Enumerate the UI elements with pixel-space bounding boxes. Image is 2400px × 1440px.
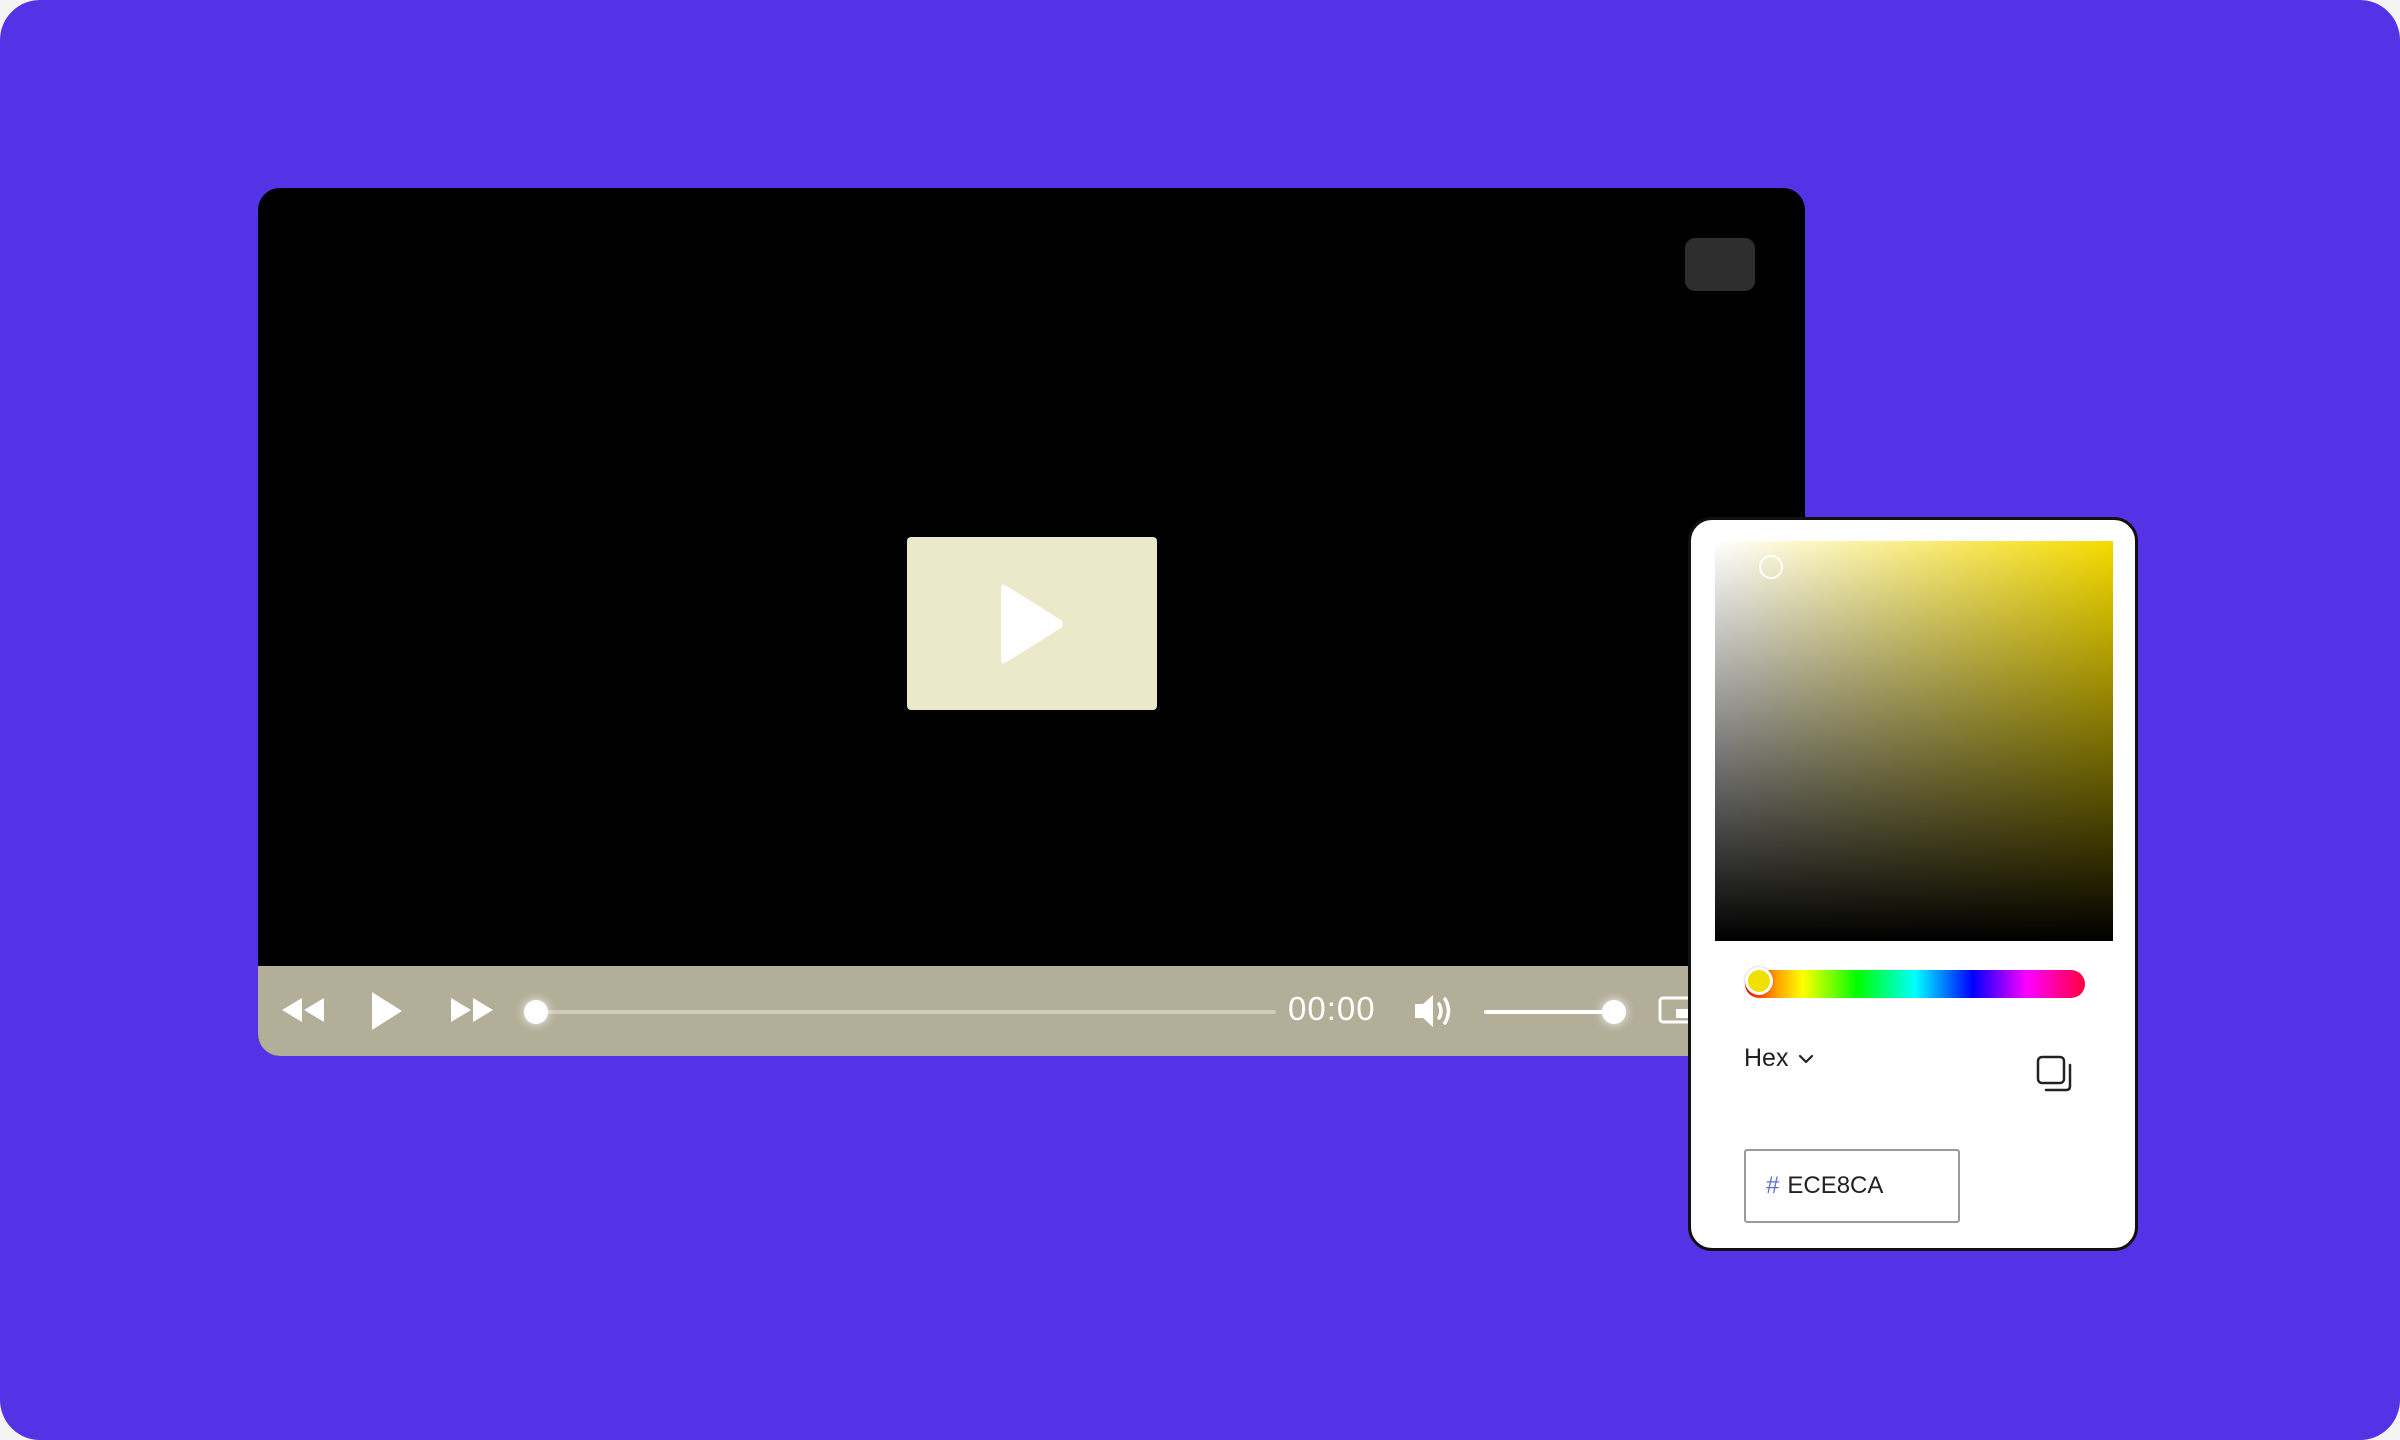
video-player[interactable]: 00:00	[258, 188, 1805, 1056]
hex-value: ECE8CA	[1787, 1172, 1884, 1199]
time-display: 00:00	[1288, 990, 1376, 1027]
play-icon[interactable]	[368, 990, 404, 1032]
fast-forward-icon[interactable]	[449, 994, 495, 1026]
saturation-value-area[interactable]	[1715, 541, 2113, 941]
hue-handle[interactable]	[1745, 967, 1773, 995]
progress-thumb[interactable]	[524, 1000, 548, 1024]
hex-prefix: #	[1766, 1172, 1780, 1199]
rewind-icon[interactable]	[280, 994, 326, 1026]
color-format-label: Hex	[1744, 1044, 1789, 1072]
player-controls-bar: 00:00	[258, 966, 1805, 1056]
hue-slider[interactable]	[1745, 970, 2085, 998]
corner-overlay-button[interactable]	[1685, 238, 1755, 291]
color-picker-panel: Hex # ECE8CA	[1688, 517, 2138, 1251]
volume-slider[interactable]	[1484, 1010, 1614, 1014]
play-icon	[1001, 584, 1063, 663]
chevron-down-icon	[1799, 1054, 1814, 1063]
copy-icon[interactable]	[2036, 1055, 2074, 1093]
color-format-select[interactable]: Hex	[1744, 1044, 1814, 1073]
saturation-value-handle[interactable]	[1759, 555, 1783, 579]
big-play-button[interactable]	[907, 537, 1157, 710]
canvas-background: 00:00 Hex # ECE8CA	[0, 0, 2400, 1440]
volume-icon[interactable]	[1413, 991, 1457, 1031]
volume-thumb[interactable]	[1602, 1000, 1626, 1024]
hex-input[interactable]: # ECE8CA	[1744, 1149, 1960, 1223]
progress-bar[interactable]	[536, 1010, 1276, 1014]
